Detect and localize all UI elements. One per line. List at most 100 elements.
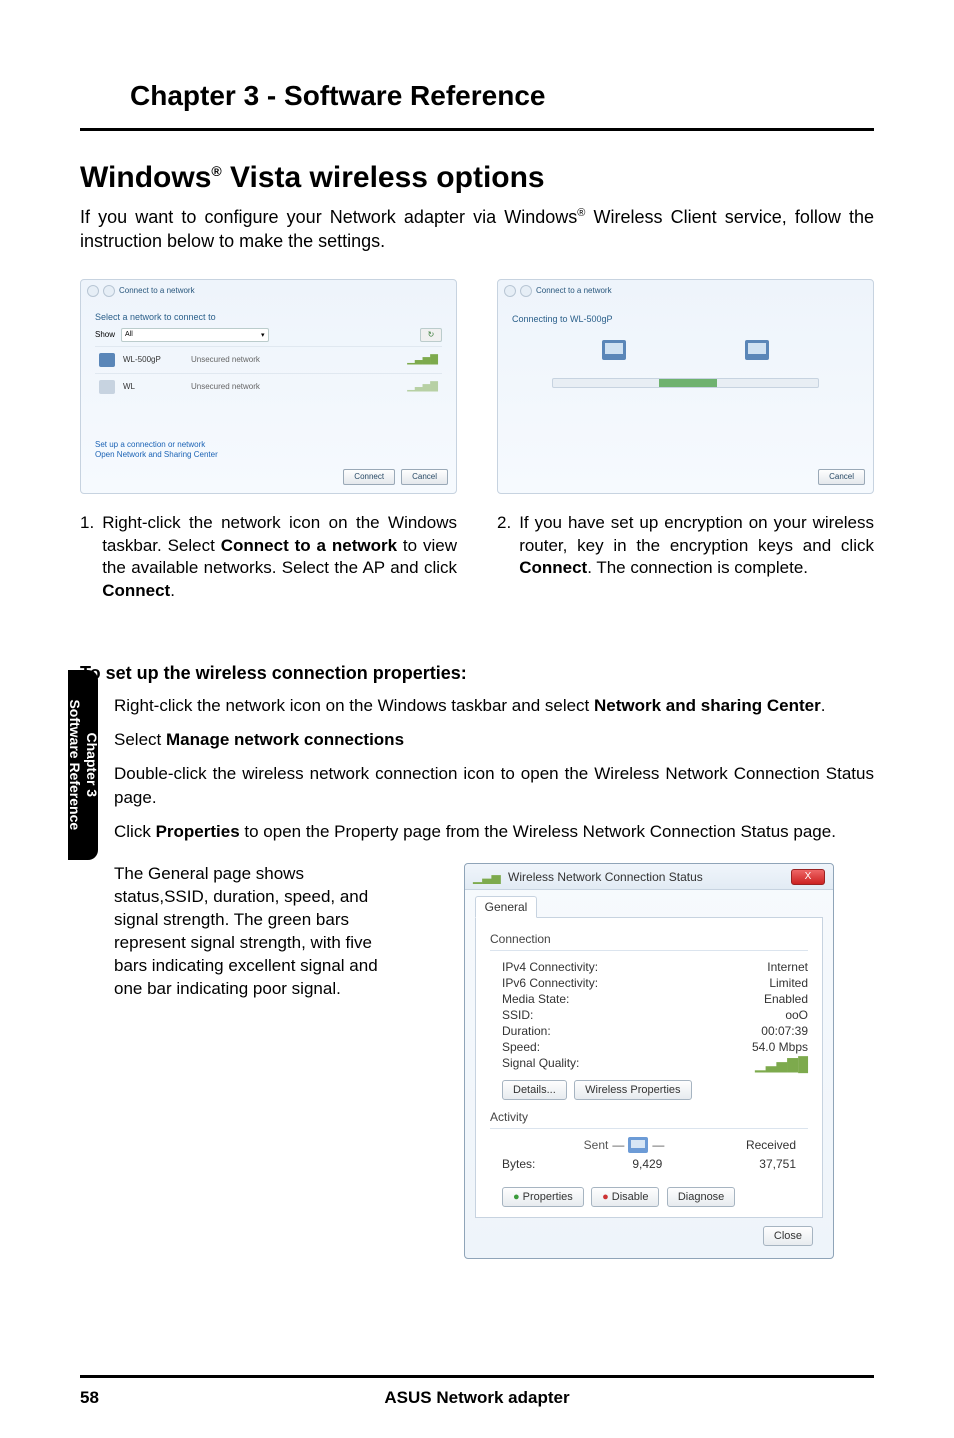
monitor-icon [628, 1137, 648, 1153]
wireless-properties-button[interactable]: Wireless Properties [574, 1080, 691, 1100]
props-item-2: Select Manage network connections [80, 728, 874, 752]
screenshot-select-network: Connect to a network Select a network to… [80, 279, 457, 494]
nav-title: Connect to a network [119, 286, 195, 295]
props-2-a: Select [114, 730, 166, 749]
link-setup-connection[interactable]: Set up a connection or network [95, 440, 218, 449]
connecting-heading: Connecting to WL-500gP [512, 314, 859, 324]
signal-icon: ▁▃▅▇ [407, 381, 438, 392]
bytes-sent: 9,429 [632, 1157, 662, 1171]
general-paragraph: The General page shows status,SSID, dura… [114, 863, 394, 1259]
kv-key: IPv6 Connectivity: [502, 976, 598, 990]
kv-key: IPv4 Connectivity: [502, 960, 598, 974]
show-value: All [125, 331, 133, 338]
kv-val: Enabled [764, 992, 808, 1006]
bytes-label: Bytes: [502, 1157, 535, 1171]
step-1-bold1: Connect to a network [221, 536, 397, 555]
step-1-c: . [170, 581, 175, 600]
network-status-2: Unsecured network [191, 382, 399, 391]
kv-val: ooO [785, 1008, 808, 1022]
network-name-2: WL [123, 382, 183, 391]
tab-general[interactable]: General [475, 896, 537, 918]
nav-back-icon[interactable] [504, 285, 516, 297]
props-list: Right-click the network icon on the Wind… [80, 694, 874, 843]
chevron-down-icon: ▾ [261, 331, 265, 339]
kv-val: 54.0 Mbps [752, 1040, 808, 1054]
network-status-1: Unsecured network [191, 355, 399, 364]
kv-key: Media State: [502, 992, 569, 1006]
disable-button-label: Disable [612, 1191, 649, 1203]
props-4-b: Properties [156, 822, 240, 841]
props-4-c: to open the Property page from the Wirel… [240, 822, 836, 841]
step-2-b: . The connection is complete. [587, 558, 808, 577]
kv-val: Limited [769, 976, 808, 990]
side-tab-line1: Chapter 3 [84, 733, 100, 798]
section-title-suffix: Vista wireless options [222, 161, 545, 194]
kv-key: Speed: [502, 1040, 540, 1054]
network-icon [99, 380, 115, 394]
section-title: Windows® Vista wireless options [80, 161, 874, 195]
received-label: Received [746, 1138, 796, 1152]
divider [490, 1128, 808, 1129]
section-title-reg: ® [211, 163, 221, 179]
chapter-header: Chapter 3 - Software Reference [80, 80, 874, 128]
progress-bar [552, 378, 819, 388]
bytes-recv: 37,751 [759, 1157, 796, 1171]
header-rule [80, 128, 874, 131]
connect-button[interactable]: Connect [343, 469, 395, 485]
side-tab: Chapter 3 Software Reference [68, 670, 98, 860]
props-1-c: . [821, 696, 826, 715]
step-2-a: If you have set up encryption on your wi… [519, 513, 874, 555]
network-row-1[interactable]: WL-500gP Unsecured network ▁▃▅▇ [95, 346, 442, 373]
signal-icon: ▁▃▅ [473, 870, 501, 884]
props-item-4: Click Properties to open the Property pa… [80, 820, 874, 844]
props-3-a: Double-click the wireless network connec… [114, 764, 874, 807]
network-name-1: WL-500gP [123, 355, 183, 364]
disable-button[interactable]: ●Disable [591, 1187, 659, 1207]
close-button-bottom[interactable]: Close [763, 1226, 813, 1246]
refresh-button[interactable]: ↻ [420, 328, 442, 342]
properties-button-label: Properties [523, 1191, 573, 1203]
signal-bars-icon: ▁▃▅▇█ [755, 1056, 808, 1073]
close-button[interactable]: X [791, 869, 825, 885]
cancel-button[interactable]: Cancel [818, 469, 865, 485]
show-dropdown[interactable]: All ▾ [121, 328, 269, 342]
props-heading: To set up the wireless connection proper… [80, 663, 874, 684]
nav-title: Connect to a network [536, 286, 612, 295]
kv-val: Internet [767, 960, 808, 974]
show-label: Show [95, 330, 115, 339]
side-tab-line2: Software Reference [67, 700, 83, 831]
kv-key: Duration: [502, 1024, 551, 1038]
signal-icon: ▁▃▅▇ [407, 354, 438, 365]
status-dialog: ▁▃▅ Wireless Network Connection Status X… [464, 863, 834, 1259]
step-2-bold1: Connect [519, 558, 587, 577]
section-intro: If you want to configure your Network ad… [80, 205, 874, 254]
computer-icon [602, 340, 626, 360]
step-1-num: 1. [80, 512, 94, 604]
divider [490, 950, 808, 951]
diagnose-button[interactable]: Diagnose [667, 1187, 735, 1207]
step-2-num: 2. [497, 512, 511, 581]
props-1-a: Right-click the network icon on the Wind… [114, 696, 594, 715]
intro-a: If you want to configure your Network ad… [80, 207, 577, 227]
section-title-prefix: Windows [80, 161, 211, 194]
nav-globe-icon [520, 285, 532, 297]
kv-val: 00:07:39 [761, 1024, 808, 1038]
signal-quality-label: Signal Quality: [502, 1056, 579, 1073]
kv-key: SSID: [502, 1008, 533, 1022]
footer-rule [80, 1375, 874, 1378]
step-2-caption: 2. If you have set up encryption on your… [497, 512, 874, 581]
link-open-network-center[interactable]: Open Network and Sharing Center [95, 450, 218, 459]
nav-globe-icon [103, 285, 115, 297]
step-1-caption: 1. Right-click the network icon on the W… [80, 512, 457, 604]
group-activity-label: Activity [490, 1110, 808, 1124]
properties-button[interactable]: ●Properties [502, 1187, 584, 1207]
footer-product: ASUS Network adapter [80, 1388, 874, 1408]
network-row-2[interactable]: WL Unsecured network ▁▃▅▇ [95, 373, 442, 400]
props-2-b: Manage network connections [166, 730, 404, 749]
step-1-bold2: Connect [102, 581, 170, 600]
sent-label: Sent [584, 1138, 609, 1152]
props-item-1: Right-click the network icon on the Wind… [80, 694, 874, 718]
details-button[interactable]: Details... [502, 1080, 567, 1100]
nav-back-icon[interactable] [87, 285, 99, 297]
cancel-button[interactable]: Cancel [401, 469, 448, 485]
